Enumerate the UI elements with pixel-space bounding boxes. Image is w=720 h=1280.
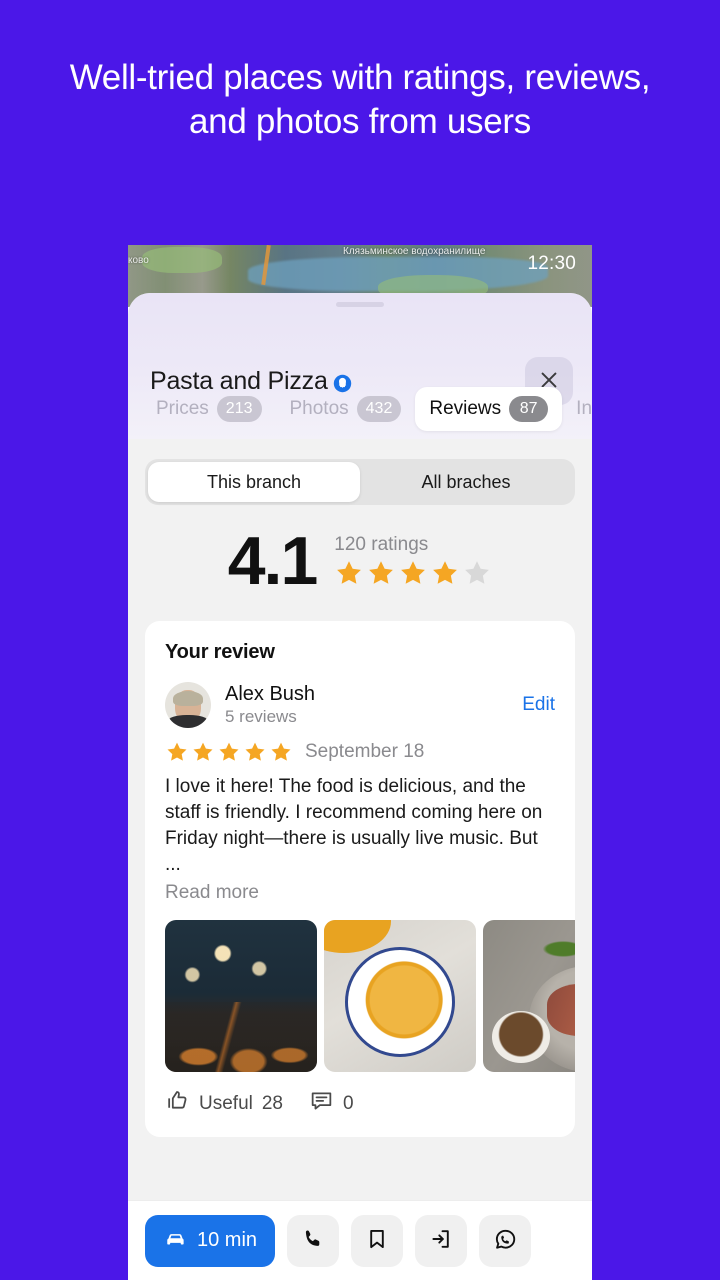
comments-count: 0: [343, 1092, 354, 1114]
map-label-lake: Клязьминское водохранилище: [343, 246, 486, 257]
map-label-town: ково: [128, 255, 149, 266]
comments-button[interactable]: 0: [309, 1088, 354, 1119]
your-review-title: Your review: [165, 641, 275, 663]
review-date: September 18: [305, 741, 425, 762]
car-icon: [163, 1227, 188, 1255]
rating-details: 120 ratings: [334, 534, 492, 588]
rating-score: 4.1: [227, 523, 319, 599]
star-icon-filled: [369, 561, 394, 584]
review-author-row: Alex Bush 5 reviews Edit: [145, 664, 575, 728]
phone-icon: [301, 1227, 325, 1254]
review-meta-row: September 18: [145, 728, 575, 764]
tab-info[interactable]: Info: [562, 389, 592, 429]
read-more-link[interactable]: Read more: [145, 878, 575, 904]
star-icon-filled: [245, 742, 265, 761]
review-author-count: 5 reviews: [225, 707, 297, 726]
tab-reviews-label: Reviews: [429, 398, 502, 419]
promo-headline: Well-tried places with ratings, reviews,…: [69, 58, 651, 141]
bottom-action-bar: 10 min: [128, 1200, 592, 1280]
share-exit-icon: [429, 1227, 453, 1254]
review-author-name: Alex Bush: [225, 683, 316, 705]
comment-icon: [309, 1088, 334, 1119]
tab-photos-badge: 432: [356, 396, 402, 422]
status-bar-time: 12:30: [527, 253, 576, 274]
whatsapp-icon: [493, 1227, 518, 1255]
branch-segmented-control: This branch All braches: [145, 459, 575, 505]
call-button[interactable]: [287, 1214, 340, 1267]
rating-stars: [334, 558, 492, 588]
route-button[interactable]: 10 min: [145, 1214, 276, 1267]
tab-prices-badge: 213: [216, 396, 262, 422]
your-review-card: Your review Alex Bush 5 reviews Edit Sep…: [145, 621, 575, 1137]
useful-count: 28: [261, 1092, 283, 1114]
tab-reviews-badge: 87: [509, 396, 549, 422]
avatar-body: [168, 715, 208, 728]
review-stars: [165, 740, 293, 764]
bookmark-button[interactable]: [351, 1214, 404, 1267]
whatsapp-button[interactable]: [479, 1214, 532, 1267]
review-actions: Useful 28 0: [145, 1072, 575, 1137]
review-text: I love it here! The food is delicious, a…: [165, 776, 543, 875]
star-icon-empty: [465, 561, 490, 584]
place-card-sheet: Pasta and Pizza Prices 213 Photos 432 Re…: [128, 293, 592, 1280]
edit-review-link[interactable]: Edit: [522, 694, 555, 716]
share-button[interactable]: [415, 1214, 468, 1267]
thumbs-up-icon: [165, 1088, 190, 1119]
segment-all-branches[interactable]: All braches: [360, 462, 572, 502]
tab-info-label: Info: [576, 398, 592, 419]
tab-photos[interactable]: Photos 432: [276, 387, 416, 431]
review-photo-soup[interactable]: [324, 920, 476, 1072]
sheet-header: Pasta and Pizza Prices 213 Photos 432 Re…: [128, 293, 592, 439]
useful-label: Useful: [199, 1092, 253, 1114]
tab-prices-label: Prices: [156, 398, 209, 419]
star-icon-filled: [193, 742, 213, 761]
rating-count-label: 120 ratings: [334, 534, 429, 555]
useful-button[interactable]: Useful 28: [165, 1088, 283, 1119]
tab-bar: Prices 213 Photos 432 Reviews 87 Info: [128, 387, 592, 439]
map-green-area: [142, 247, 222, 273]
star-icon-filled: [271, 742, 291, 761]
tab-prices[interactable]: Prices 213: [142, 387, 276, 431]
avatar-hair: [173, 690, 203, 706]
phone-mockup: ково Клязьминское водохранилище 12:30 Pa…: [128, 245, 592, 1280]
star-icon-filled: [167, 742, 187, 761]
star-icon-filled: [337, 561, 362, 584]
review-photos: [145, 904, 575, 1072]
tab-reviews[interactable]: Reviews 87: [415, 387, 563, 431]
bookmark-icon: [365, 1227, 389, 1254]
star-icon-filled: [433, 561, 458, 584]
sheet-body: This branch All braches 4.1 120 ratings: [128, 439, 592, 1280]
avatar: [165, 682, 211, 728]
sheet-drag-handle[interactable]: [336, 302, 384, 307]
star-icon-filled: [219, 742, 239, 761]
review-author-info: Alex Bush 5 reviews: [225, 683, 508, 727]
route-duration-label: 10 min: [197, 1229, 258, 1251]
review-photo-meat[interactable]: [483, 920, 575, 1072]
segment-this-branch[interactable]: This branch: [148, 462, 360, 502]
rating-summary: 4.1 120 ratings: [128, 527, 592, 621]
star-icon-filled: [401, 561, 426, 584]
review-photo-interior[interactable]: [165, 920, 317, 1072]
tab-photos-label: Photos: [289, 398, 349, 419]
